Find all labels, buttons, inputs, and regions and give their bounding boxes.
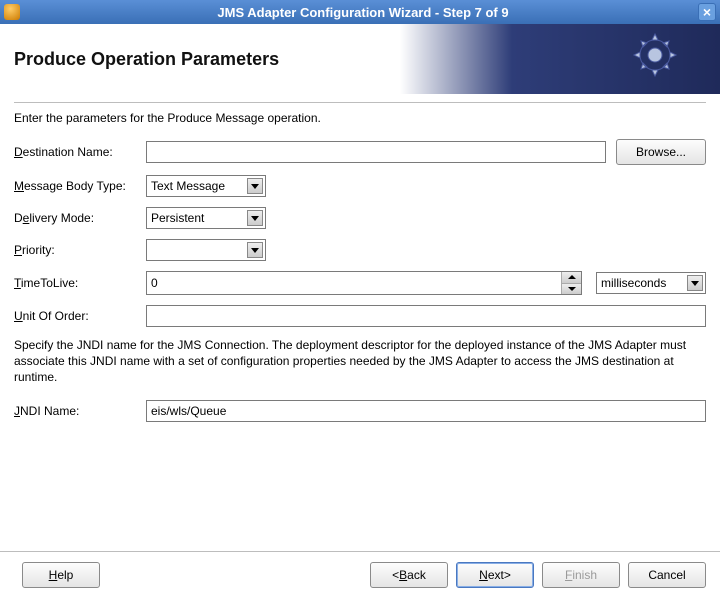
window-title: JMS Adapter Configuration Wizard - Step … bbox=[28, 5, 698, 20]
body-type-select[interactable]: Text Message bbox=[146, 175, 266, 197]
close-button[interactable]: × bbox=[698, 3, 716, 21]
java-cup-icon bbox=[4, 4, 20, 20]
delivery-mode-value: Persistent bbox=[151, 211, 204, 225]
priority-select[interactable] bbox=[146, 239, 266, 261]
jndi-input[interactable] bbox=[146, 400, 706, 422]
delivery-mode-select[interactable]: Persistent bbox=[146, 207, 266, 229]
header-ribbon bbox=[400, 24, 720, 94]
wizard-header: Produce Operation Parameters bbox=[0, 24, 720, 94]
wizard-footer: Help < Back Next > Finish Cancel bbox=[0, 551, 720, 600]
next-button[interactable]: Next > bbox=[456, 562, 534, 588]
destination-label: Destination Name: bbox=[14, 145, 146, 159]
browse-button[interactable]: Browse... bbox=[616, 139, 706, 165]
ttl-input[interactable] bbox=[147, 272, 561, 294]
help-button[interactable]: Help bbox=[22, 562, 100, 588]
chevron-down-icon bbox=[247, 210, 263, 226]
title-bar: JMS Adapter Configuration Wizard - Step … bbox=[0, 0, 720, 24]
body-type-value: Text Message bbox=[151, 179, 225, 193]
jndi-label: JNDI Name: bbox=[14, 404, 146, 418]
intro-text: Enter the parameters for the Produce Mes… bbox=[14, 111, 706, 125]
delivery-mode-label: Delivery Mode: bbox=[14, 211, 146, 225]
cancel-button[interactable]: Cancel bbox=[628, 562, 706, 588]
spinner-down-icon[interactable] bbox=[562, 284, 581, 295]
jndi-description: Specify the JNDI name for the JMS Connec… bbox=[14, 337, 706, 386]
body-type-label: Message Body Type: bbox=[14, 179, 146, 193]
unit-order-label: Unit Of Order: bbox=[14, 309, 146, 323]
spinner-up-icon[interactable] bbox=[562, 272, 581, 284]
back-button[interactable]: < Back bbox=[370, 562, 448, 588]
ttl-unit-value: milliseconds bbox=[601, 276, 666, 290]
finish-button: Finish bbox=[542, 562, 620, 588]
ttl-spinner[interactable] bbox=[561, 272, 581, 294]
chevron-down-icon bbox=[687, 275, 703, 291]
ttl-label: TimeToLive: bbox=[14, 276, 146, 290]
page-heading: Produce Operation Parameters bbox=[14, 49, 279, 70]
chevron-down-icon bbox=[247, 242, 263, 258]
unit-order-input[interactable] bbox=[146, 305, 706, 327]
priority-label: Priority: bbox=[14, 243, 146, 257]
ttl-unit-select[interactable]: milliseconds bbox=[596, 272, 706, 294]
destination-input[interactable] bbox=[146, 141, 606, 163]
gear-icon bbox=[630, 30, 680, 80]
chevron-down-icon bbox=[247, 178, 263, 194]
